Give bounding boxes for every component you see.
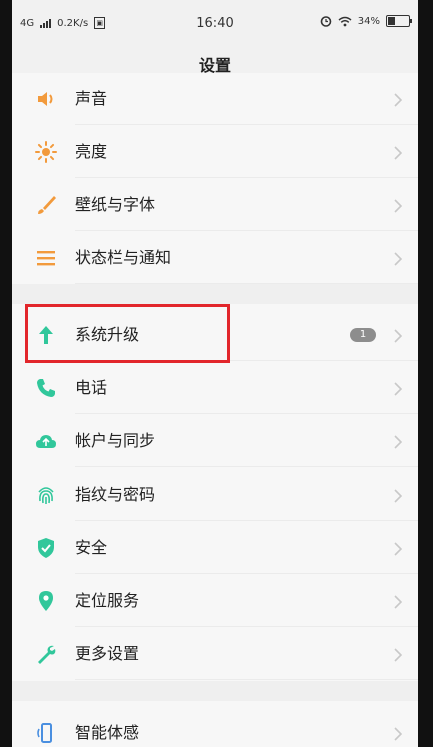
alarm-icon [320,16,332,27]
settings-item[interactable]: 亮度 [12,126,418,178]
wrench-icon [34,642,58,666]
row-divider [75,230,418,231]
settings-item[interactable]: 定位服务 [12,575,418,627]
row-divider [75,177,418,178]
row-divider [75,466,418,467]
chevron-right-icon [392,251,404,266]
update-badge: 1 [350,328,376,342]
device-frame: 4G 0.2K/s ▣ 16:40 34% 设置 声音 亮度 壁纸与字体 状态栏… [0,0,433,747]
row-divider [75,573,418,574]
settings-item[interactable]: 帐户与同步 [12,415,418,467]
wifi-icon [338,16,352,26]
chevron-right-icon [392,145,404,160]
battery-percent: 34% [357,15,380,27]
settings-item[interactable]: 更多设置 [12,628,418,680]
row-divider [75,679,418,680]
chevron-right-icon [392,92,404,107]
chevron-right-icon [392,726,404,741]
chevron-right-icon [392,541,404,556]
phone-icon [34,376,58,400]
chevron-right-icon [392,488,404,503]
status-bar: 4G 0.2K/s ▣ 16:40 34% [12,0,418,42]
settings-item-label: 状态栏与通知 [75,248,172,267]
fingerprint-icon [34,483,58,507]
settings-item[interactable]: 电话 [12,362,418,414]
settings-item-label: 电话 [75,378,108,397]
row-divider [75,413,418,414]
sun-icon [34,140,58,164]
row-divider [75,124,418,125]
shield-icon [34,536,58,560]
row-divider [75,520,418,521]
row-divider [75,626,418,627]
brush-icon [34,193,58,217]
chevron-right-icon [392,381,404,396]
phone-motion-icon [34,721,58,745]
settings-item[interactable]: 状态栏与通知 [12,232,418,284]
settings-screen: 4G 0.2K/s ▣ 16:40 34% 设置 声音 亮度 壁纸与字体 状态栏… [12,0,418,747]
settings-item-label: 帐户与同步 [75,431,156,450]
settings-item[interactable]: 安全 [12,522,418,574]
chevron-right-icon [392,594,404,609]
settings-item[interactable]: 智能体感 [12,707,418,747]
settings-item[interactable]: 声音 [12,73,418,125]
settings-item-label: 指纹与密码 [75,485,156,504]
chevron-right-icon [392,198,404,213]
chevron-right-icon [392,328,404,343]
settings-item-label: 壁纸与字体 [75,195,156,214]
settings-item[interactable]: 壁纸与字体 [12,179,418,231]
row-divider [75,283,418,284]
battery-icon [386,15,412,27]
settings-item-label: 亮度 [75,142,108,161]
settings-item-label: 安全 [75,538,108,557]
settings-item-label: 更多设置 [75,644,140,663]
status-right: 34% [320,15,412,27]
speaker-icon [34,87,58,111]
settings-item-label: 智能体感 [75,723,140,742]
cloud-icon [34,429,58,453]
section-gap [12,284,418,304]
list-icon [34,246,58,270]
settings-item-label: 定位服务 [75,591,140,610]
location-pin-icon [34,589,58,613]
settings-item[interactable]: 指纹与密码 [12,469,418,521]
section-gap [12,681,418,701]
chevron-right-icon [392,647,404,662]
highlight-box [25,304,230,363]
settings-item-label: 声音 [75,89,108,108]
chevron-right-icon [392,434,404,449]
